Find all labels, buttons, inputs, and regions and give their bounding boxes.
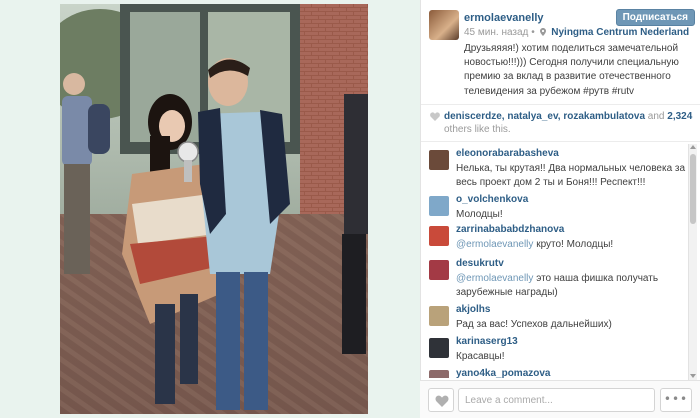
commenter-avatar[interactable] bbox=[429, 338, 449, 358]
follow-button[interactable]: Подписаться bbox=[615, 9, 695, 26]
comment-mention[interactable]: @ermolaevanelly bbox=[456, 239, 533, 250]
commenter-avatar[interactable] bbox=[429, 260, 449, 280]
more-options-button[interactable]: ••• bbox=[660, 388, 692, 412]
likes-suffix: others like this. bbox=[444, 124, 511, 135]
comment-item: desukrutv @ermolaevanelly это наша фишка … bbox=[421, 258, 693, 298]
comment-body: Молодцы! bbox=[456, 209, 503, 220]
comments-scrollbar[interactable] bbox=[688, 144, 697, 380]
comments-list: eleonorabarabasheva Нелька, ты крутая!! Д… bbox=[421, 142, 693, 378]
scroll-down-icon[interactable] bbox=[690, 374, 696, 378]
photo-pane bbox=[0, 0, 420, 418]
commenter-avatar[interactable] bbox=[429, 370, 449, 378]
likers-names[interactable]: deniscerdze, natalya_ev, rozakambulatova bbox=[444, 111, 645, 122]
commenter-username[interactable]: zarrinabababdzhanova bbox=[456, 224, 564, 235]
commenter-username[interactable]: o_volchenkova bbox=[456, 194, 528, 205]
comment-text: Рад за вас! Успехов дальнейших) bbox=[456, 318, 686, 332]
post-header: ermolaevanelly Подписаться 45 мин. назад… bbox=[421, 0, 700, 104]
comment-input[interactable] bbox=[458, 388, 655, 412]
post-caption: Друзьяяяя!) хотим поделиться замечательн… bbox=[464, 43, 679, 97]
comment-text: Нелька, ты крутая!! Два нормальных челов… bbox=[456, 162, 686, 190]
heart-icon bbox=[435, 395, 449, 407]
comment-body: Нелька, ты крутая!! Два нормальных челов… bbox=[456, 163, 686, 188]
likes-count[interactable]: 2,324 bbox=[667, 111, 692, 122]
comment-text: @ermolaevanelly это наша фишка получать … bbox=[456, 272, 686, 300]
comment-text: Молодцы! bbox=[456, 208, 686, 222]
scroll-up-icon[interactable] bbox=[690, 145, 696, 149]
like-button[interactable] bbox=[428, 388, 454, 412]
commenter-username[interactable]: eleonorabarabasheva bbox=[456, 148, 559, 159]
author-username[interactable]: ermolaevanelly bbox=[464, 12, 544, 24]
comment-text: @ermolaevanelly круто! Молодцы! bbox=[456, 238, 686, 252]
commenter-avatar[interactable] bbox=[429, 226, 449, 246]
commenter-avatar[interactable] bbox=[429, 306, 449, 326]
post-time[interactable]: 45 мин. назад bbox=[464, 27, 528, 38]
commenter-avatar[interactable] bbox=[429, 196, 449, 216]
comment-body: Рад за вас! Успехов дальнейших) bbox=[456, 319, 612, 330]
commenter-avatar[interactable] bbox=[429, 150, 449, 170]
comment-item: eleonorabarabasheva Нелька, ты крутая!! Д… bbox=[421, 148, 693, 188]
commenter-username[interactable]: karinaserg13 bbox=[456, 336, 518, 347]
comment-body: круто! Молодцы! bbox=[533, 239, 614, 250]
post-location[interactable]: Nyingma Centrum Nederland bbox=[551, 27, 689, 38]
comment-text: Красавцы! bbox=[456, 350, 686, 364]
likes-section: deniscerdze, natalya_ev, rozakambulatova… bbox=[421, 104, 700, 142]
comment-body: Красавцы! bbox=[456, 351, 505, 362]
comment-mention[interactable]: @ermolaevanelly bbox=[456, 273, 533, 284]
post-sidebar: ermolaevanelly Подписаться 45 мин. назад… bbox=[420, 0, 700, 418]
location-pin-icon bbox=[540, 28, 547, 36]
likes-and: and bbox=[647, 111, 665, 122]
post-photo[interactable] bbox=[60, 4, 368, 414]
meta-separator: • bbox=[531, 27, 535, 38]
author-avatar[interactable] bbox=[429, 10, 459, 40]
commenter-username[interactable]: yano4ka_pomazova bbox=[456, 368, 551, 378]
likers-line: deniscerdze, natalya_ev, rozakambulatova… bbox=[444, 111, 692, 122]
commenter-username[interactable]: akjolhs bbox=[456, 304, 490, 315]
commenter-username[interactable]: desukrutv bbox=[456, 258, 504, 269]
comment-item: yano4ka_pomazova bbox=[421, 368, 693, 378]
heart-icon bbox=[430, 112, 440, 121]
comment-composer: ••• bbox=[420, 380, 700, 418]
scroll-thumb[interactable] bbox=[690, 154, 696, 224]
post-meta: 45 мин. назад • Nyingma Centrum Nederlan… bbox=[464, 27, 689, 38]
